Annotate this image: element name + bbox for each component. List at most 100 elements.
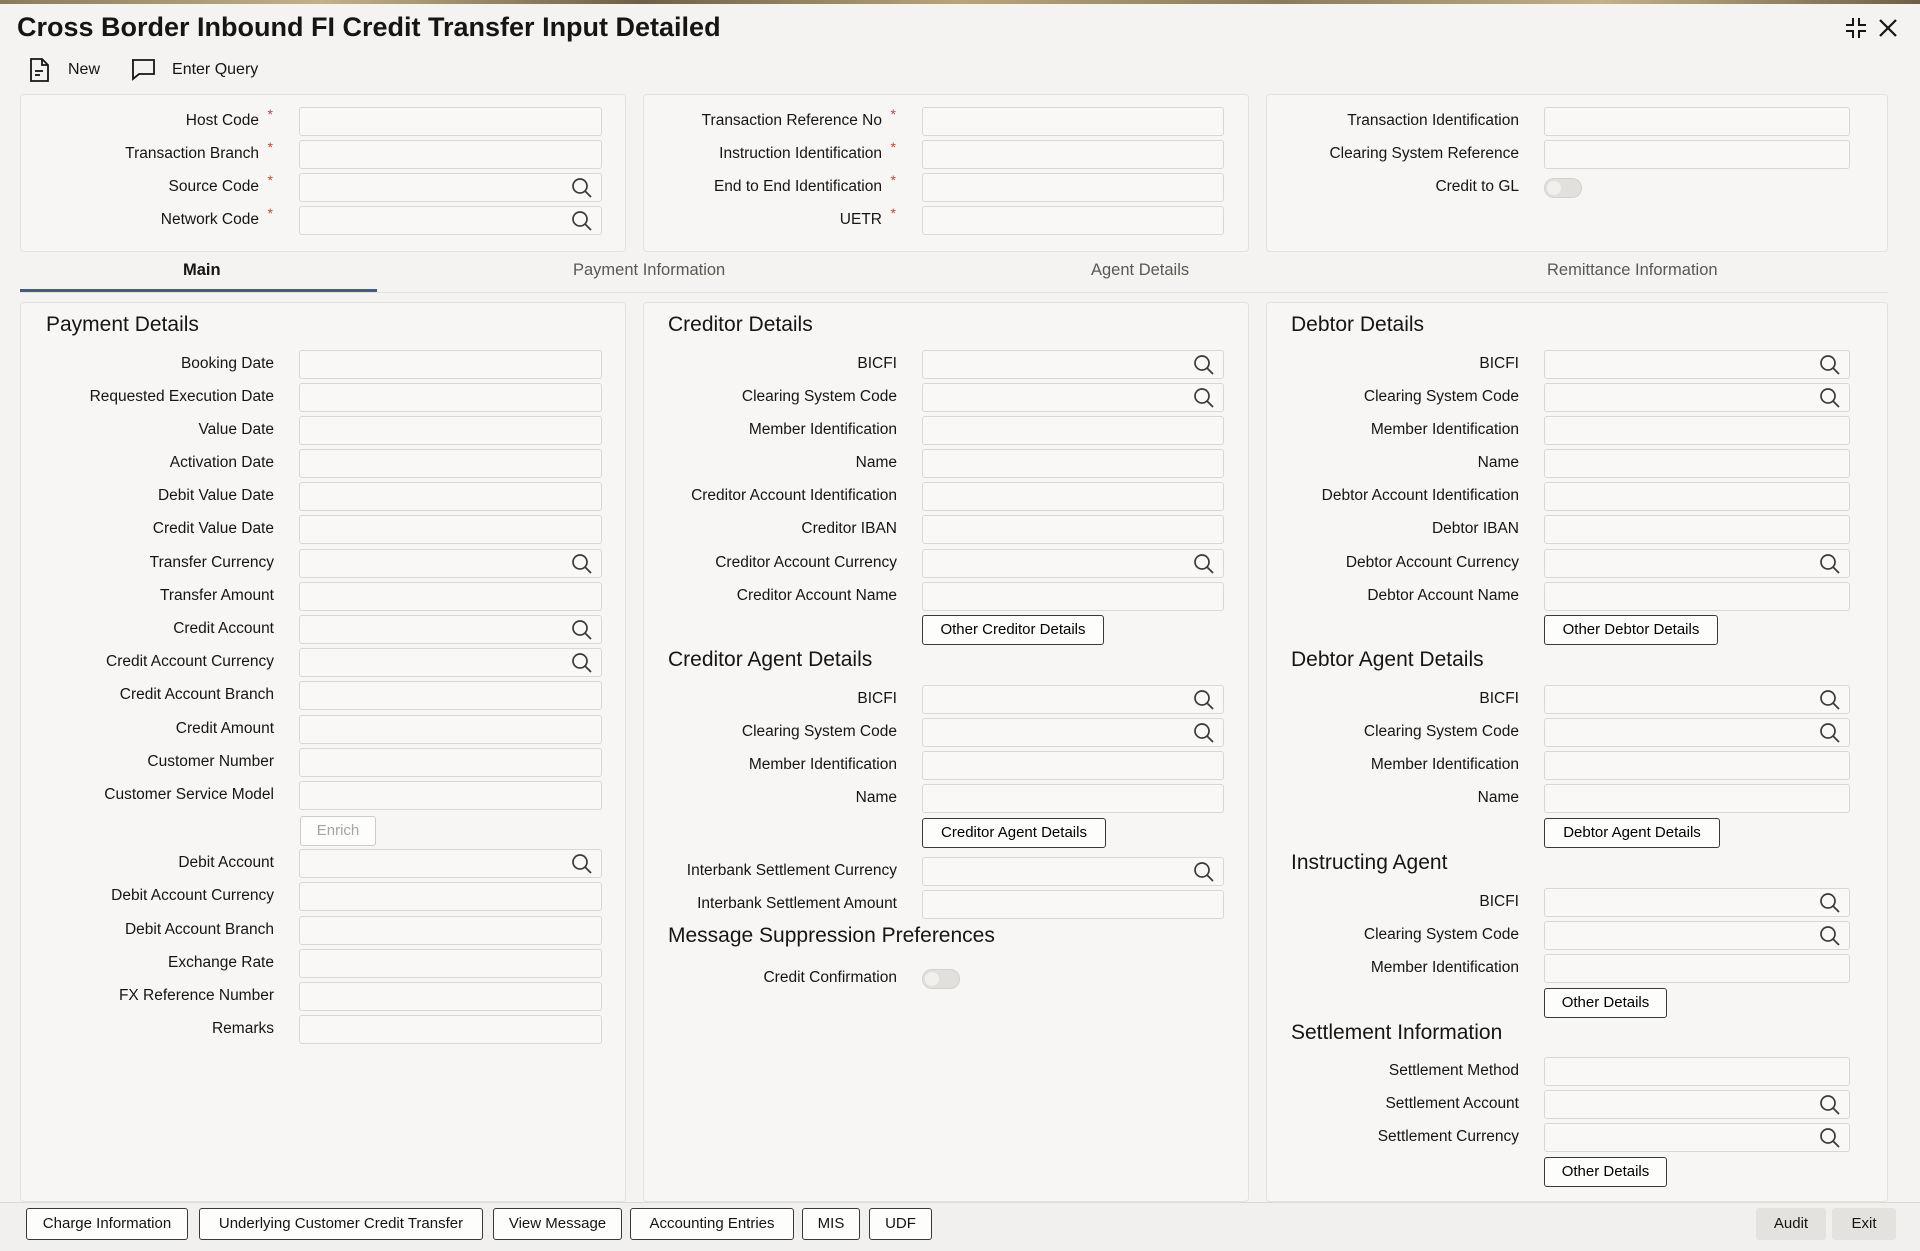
msp-credit-confirmation-label-text: Credit Confirmation xyxy=(763,969,897,986)
search-icon[interactable] xyxy=(1819,689,1841,716)
search-icon[interactable] xyxy=(1819,1094,1841,1121)
collapse-icon[interactable] xyxy=(1842,14,1870,42)
search-icon[interactable] xyxy=(1819,1127,1841,1154)
pd-credit-account-currency-input[interactable] xyxy=(299,648,602,677)
search-icon[interactable] xyxy=(1819,553,1841,580)
pd-requested-execution-date-label: Requested Execution Date xyxy=(0,388,274,406)
debtor-agent-bicfi-input[interactable] xyxy=(1544,685,1850,714)
debtor-agent-clearing-system-code-input[interactable] xyxy=(1544,718,1850,747)
instructing-agent-other-details-button[interactable]: Other Details xyxy=(1544,988,1667,1018)
pd-debit-account-branch-label-text: Debit Account Branch xyxy=(124,921,274,938)
pd-exchange-rate-label: Exchange Rate xyxy=(0,954,274,972)
msp-credit-confirmation-toggle[interactable] xyxy=(922,969,960,989)
required-indicator: * xyxy=(890,205,896,221)
settle-settlement-currency-input[interactable] xyxy=(1544,1123,1850,1152)
creditor-agent-title: Creditor Agent Details xyxy=(668,648,873,671)
debtor-member-identification-label: Member Identification xyxy=(1159,421,1519,439)
pd-exchange-rate-label-text: Exchange Rate xyxy=(168,954,274,971)
search-icon[interactable] xyxy=(1819,925,1841,952)
close-icon[interactable] xyxy=(1874,14,1902,42)
hdr-transaction-reference-no-label: Transaction Reference No * xyxy=(522,106,896,130)
settle-settlement-account-label-text: Settlement Account xyxy=(1385,1095,1519,1112)
payment-details-title: Payment Details xyxy=(46,313,199,336)
pd-debit-value-date-label: Debit Value Date xyxy=(0,487,274,505)
instr-agent-bicfi-input[interactable] xyxy=(1544,888,1850,917)
search-icon[interactable] xyxy=(1193,861,1215,888)
debtor-debtor-account-currency-label: Debtor Account Currency xyxy=(1159,554,1519,572)
charge-information-button[interactable]: Charge Information xyxy=(26,1208,188,1240)
tab-remittance-information[interactable]: Remittance Information xyxy=(1547,261,1718,280)
debtor-bicfi-input[interactable] xyxy=(1544,350,1850,379)
search-icon[interactable] xyxy=(1819,354,1841,381)
udf-button[interactable]: UDF xyxy=(869,1208,932,1240)
accounting-entries-button[interactable]: Accounting Entries xyxy=(630,1208,794,1240)
cred-creditor-iban-label-text: Creditor IBAN xyxy=(801,520,897,537)
other-creditor-details-button[interactable]: Other Creditor Details xyxy=(922,615,1104,645)
search-icon[interactable] xyxy=(1819,387,1841,414)
hdr-clearing-system-reference-label: Clearing System Reference xyxy=(1159,145,1519,163)
other-debtor-details-button[interactable]: Other Debtor Details xyxy=(1544,615,1718,645)
search-icon[interactable] xyxy=(571,652,593,679)
debtor-debtor-iban-input[interactable] xyxy=(1544,515,1850,544)
audit-button[interactable]: Audit xyxy=(1756,1208,1826,1240)
pd-credit-value-date-label: Credit Value Date xyxy=(0,520,274,538)
debtor-debtor-account-identification-input[interactable] xyxy=(1544,482,1850,511)
debtor-clearing-system-code-label-text: Clearing System Code xyxy=(1363,388,1519,405)
hdr-clearing-system-reference-input[interactable] xyxy=(1544,140,1850,169)
enter-query-button[interactable]: Enter Query xyxy=(130,58,258,82)
cred-agent-name-label: Name xyxy=(537,789,897,807)
instr-agent-clearing-system-code-label: Clearing System Code xyxy=(1159,926,1519,944)
cred-agent-name-label-text: Name xyxy=(855,789,897,806)
exit-button[interactable]: Exit xyxy=(1832,1208,1896,1240)
hdr-end-to-end-identification-label-text: End to End Identification xyxy=(713,178,882,195)
new-button[interactable]: New xyxy=(28,57,100,83)
creditor-agent-details-button[interactable]: Creditor Agent Details xyxy=(922,818,1106,848)
tab-payment-information[interactable]: Payment Information xyxy=(573,261,725,280)
debtor-clearing-system-code-input[interactable] xyxy=(1544,383,1850,412)
tab-main[interactable]: Main xyxy=(183,261,221,280)
pd-remarks-input[interactable] xyxy=(299,1015,602,1044)
instr-agent-clearing-system-code-label-text: Clearing System Code xyxy=(1363,926,1519,943)
pd-fx-reference-number-label-text: FX Reference Number xyxy=(118,987,274,1004)
settle-settlement-method-input[interactable] xyxy=(1544,1057,1850,1086)
instr-agent-member-identification-label-text: Member Identification xyxy=(1370,959,1519,976)
cred-agent-clearing-system-code-label-text: Clearing System Code xyxy=(741,723,897,740)
hdr-credit-to-gl-toggle[interactable] xyxy=(1544,178,1582,198)
debtor-details-title: Debtor Details xyxy=(1291,313,1425,336)
pd-activation-date-label-text: Activation Date xyxy=(169,454,274,471)
underlying-customer-credit-transfer-button[interactable]: Underlying Customer Credit Transfer xyxy=(199,1208,483,1240)
debtor-agent-member-identification-input[interactable] xyxy=(1544,751,1850,780)
instr-agent-clearing-system-code-input[interactable] xyxy=(1544,921,1850,950)
settle-settlement-currency-label-text: Settlement Currency xyxy=(1377,1128,1519,1145)
debtor-debtor-account-name-input[interactable] xyxy=(1544,582,1850,611)
hdr-host-code-label-text: Host Code xyxy=(185,112,259,129)
search-icon[interactable] xyxy=(1819,892,1841,919)
debtor-agent-clearing-system-code-label: Clearing System Code xyxy=(1159,723,1519,741)
enter-query-label: Enter Query xyxy=(172,61,259,78)
search-icon[interactable] xyxy=(1819,722,1841,749)
debtor-agent-details-button[interactable]: Debtor Agent Details xyxy=(1544,818,1720,848)
settlement-other-details-button[interactable]: Other Details xyxy=(1544,1157,1667,1187)
tab-agent-details[interactable]: Agent Details xyxy=(1091,261,1189,280)
debtor-member-identification-input[interactable] xyxy=(1544,416,1850,445)
instr-agent-member-identification-input[interactable] xyxy=(1544,954,1850,983)
required-indicator: * xyxy=(890,106,896,122)
cred-creditor-account-identification-label: Creditor Account Identification xyxy=(537,487,897,505)
view-message-button[interactable]: View Message xyxy=(493,1208,622,1240)
debtor-debtor-account-currency-input[interactable] xyxy=(1544,549,1850,578)
settle-settlement-account-input[interactable] xyxy=(1544,1090,1850,1119)
pd-credit-account-input[interactable] xyxy=(299,615,602,644)
debtor-agent-name-input[interactable] xyxy=(1544,784,1850,813)
pd-debit-account-branch-input[interactable] xyxy=(299,916,602,945)
cred-agent-member-identification-label: Member Identification xyxy=(537,756,897,774)
hdr-uetr-input[interactable] xyxy=(922,206,1224,235)
enrich-button[interactable]: Enrich xyxy=(300,816,376,846)
search-icon[interactable] xyxy=(571,619,593,646)
cred-agent-interbank-settlement-currency-input[interactable] xyxy=(922,857,1224,886)
hdr-transaction-identification-input[interactable] xyxy=(1544,107,1850,136)
debtor-agent-clearing-system-code-label-text: Clearing System Code xyxy=(1363,723,1519,740)
pd-transfer-currency-label-text: Transfer Currency xyxy=(149,554,274,571)
debtor-name-input[interactable] xyxy=(1544,449,1850,478)
pd-customer-number-label: Customer Number xyxy=(0,753,274,771)
mis-button[interactable]: MIS xyxy=(802,1208,860,1240)
